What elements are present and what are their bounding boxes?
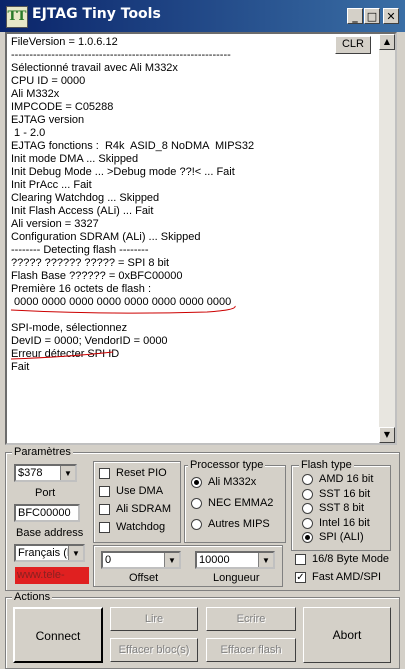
radio-label: Intel 16 bit (319, 516, 370, 529)
option-checkbox[interactable] (99, 522, 110, 533)
lire-button[interactable]: Lire (110, 607, 198, 631)
radio-button[interactable] (191, 498, 202, 509)
red-underline-annotations (10, 305, 236, 360)
byte-mode-label: 16/8 Byte Mode (312, 553, 390, 565)
option-checkbox-label: Ali SDRAM (116, 503, 172, 515)
offset-value: 0 (105, 554, 112, 566)
radio-button[interactable] (302, 488, 313, 500)
close-button[interactable]: ✕ (383, 8, 399, 24)
radio-label: AMD 16 bit (319, 473, 374, 485)
option-checkbox-label: Watchdog (116, 521, 166, 533)
radio-label: SST 8 bit (319, 502, 365, 514)
option-checkbox-label: Reset PIO (116, 467, 167, 479)
radio-label: Ali M332x (208, 476, 257, 488)
radio-label: Autres MIPS (208, 518, 270, 530)
chevron-down-icon: ▼ (258, 553, 273, 567)
maximize-button[interactable]: □ (364, 8, 380, 24)
base-address-value: BFC00000 (18, 507, 71, 519)
radio-button[interactable] (302, 532, 313, 543)
radio-button[interactable] (302, 517, 313, 529)
radio-button[interactable] (302, 474, 313, 485)
flash-title: Flash type (299, 459, 354, 471)
parametres-title: Paramètres (12, 446, 73, 458)
longueur-select[interactable]: 10000 ▼ (195, 551, 275, 569)
base-address-input[interactable]: BFC00000 (14, 504, 80, 522)
radio-button[interactable] (191, 519, 202, 530)
radio-button[interactable] (191, 477, 202, 488)
log-scrollbar[interactable]: ▲ ▼ (379, 34, 395, 443)
chevron-down-icon: ▼ (60, 466, 75, 480)
fast-amd-checkbox[interactable]: ✓ (295, 572, 306, 583)
log-output[interactable]: FileVersion = 1.0.6.12 ------------------… (5, 32, 397, 445)
processor-title: Processor type (188, 459, 266, 471)
option-checkbox[interactable] (99, 468, 110, 479)
language-value: Français (F (18, 547, 74, 559)
radio-label: NEC EMMA2 (208, 497, 274, 509)
offset-label: Offset (129, 572, 159, 584)
effacer-flash-button[interactable]: Effacer flash (206, 638, 296, 662)
byte-mode-checkbox[interactable] (295, 554, 306, 565)
scroll-up-arrow-icon[interactable]: ▲ (379, 34, 395, 50)
radio-button[interactable] (302, 503, 313, 514)
fast-amd-label: Fast AMD/SPI (312, 571, 382, 583)
chevron-down-icon: ▼ (68, 546, 83, 560)
radio-label: SPI (ALI) (319, 531, 364, 543)
option-checkbox[interactable] (99, 486, 110, 497)
ecrire-button[interactable]: Ecrire (206, 607, 296, 631)
website-link[interactable]: www.tele-sat.ru (15, 567, 89, 584)
window-title: EJTAG Tiny Tools (32, 6, 161, 22)
option-checkbox-label: Use DMA (116, 485, 164, 497)
connect-button[interactable]: Connect (13, 607, 103, 663)
chevron-down-icon: ▼ (164, 553, 179, 567)
base-address-label: Base address (16, 527, 84, 539)
effacer-blocs-button[interactable]: Effacer bloc(s) (110, 638, 198, 662)
longueur-label: Longueur (213, 572, 260, 584)
scroll-down-arrow-icon[interactable]: ▼ (379, 427, 395, 443)
port-label: Port (35, 487, 56, 499)
option-checkbox[interactable] (99, 504, 110, 515)
minimize-button[interactable]: _ (347, 8, 363, 24)
actions-title: Actions (12, 591, 53, 603)
offset-select[interactable]: 0 ▼ (101, 551, 181, 569)
title-bar[interactable]: TT EJTAG Tiny Tools _ □ ✕ (0, 0, 405, 32)
radio-label: SST 16 bit (319, 487, 371, 500)
longueur-value: 10000 (199, 554, 230, 566)
port-select[interactable]: $378 ▼ (14, 464, 77, 482)
abort-button[interactable]: Abort (303, 607, 391, 663)
app-logo-icon: TT (6, 6, 28, 28)
port-value: $378 (18, 467, 43, 479)
language-select[interactable]: Français (F ▼ (14, 544, 85, 562)
